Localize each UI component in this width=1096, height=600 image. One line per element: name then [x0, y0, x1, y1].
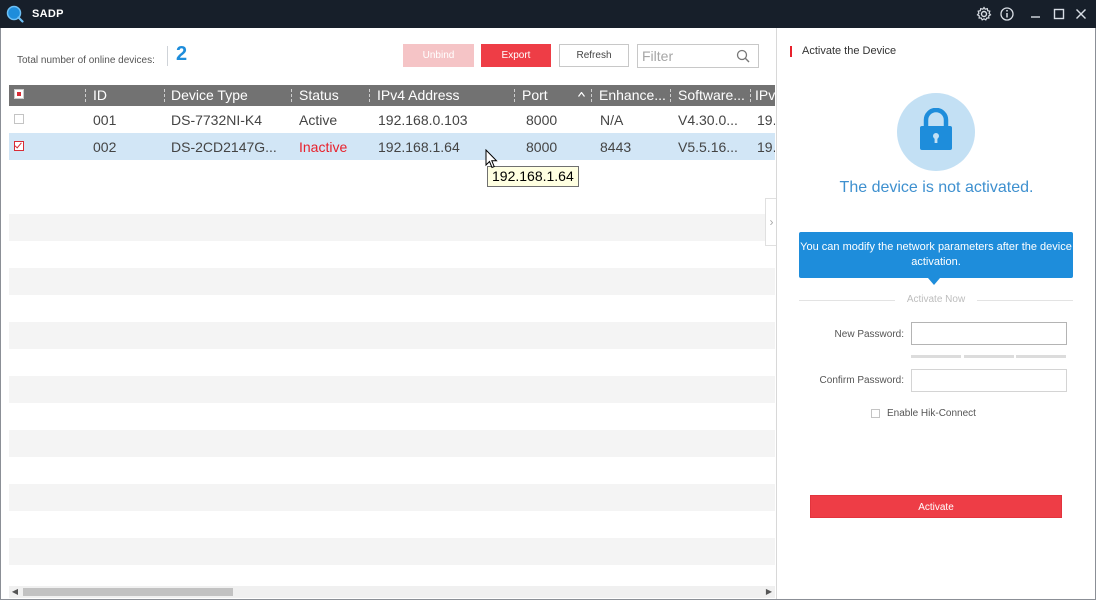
hik-connect-checkbox[interactable] [871, 409, 880, 418]
divider [799, 300, 895, 301]
column-header-status[interactable]: Status [299, 87, 339, 103]
empty-row [9, 538, 775, 565]
confirm-password-label: Confirm Password: [819, 375, 904, 386]
empty-row [9, 322, 775, 349]
column-header-software[interactable]: Software... [678, 87, 745, 103]
ip-tooltip: 192.168.1.64 [487, 166, 579, 187]
filter-input[interactable] [642, 47, 736, 65]
column-separator[interactable] [670, 89, 671, 102]
cell-enhanced: N/A [600, 112, 624, 128]
cell-port: 8000 [526, 112, 558, 128]
device-list-pane: Total number of online devices: 2 Unbind… [0, 28, 777, 600]
cell-software: V5.5.16... [678, 139, 738, 155]
cell-ipv4: 192.168.1.64 [378, 139, 460, 155]
activate-button[interactable]: Activate [810, 495, 1062, 518]
column-header-ipv4-address[interactable]: IPv4 Address [377, 87, 460, 103]
empty-row [9, 376, 775, 403]
password-strength-bar [1016, 355, 1066, 358]
maximize-icon[interactable] [1051, 6, 1067, 22]
empty-row [9, 214, 775, 241]
confirm-password-field[interactable] [911, 369, 1067, 392]
column-separator[interactable] [591, 89, 592, 102]
sort-ascending-icon [578, 92, 585, 97]
export-button[interactable]: Export [481, 44, 551, 67]
search-icon[interactable] [736, 49, 750, 63]
row-checkbox[interactable] [14, 114, 24, 124]
info-message: You can modify the network parameters af… [799, 232, 1073, 278]
cell-device-type: DS-2CD2147G... [171, 139, 277, 155]
cell-status: Active [299, 112, 338, 128]
info-pointer [928, 278, 940, 285]
cell-enhanced: 8443 [600, 139, 632, 155]
count-divider [167, 46, 168, 66]
column-header-ipv[interactable]: IPv [755, 87, 775, 103]
empty-row [9, 430, 775, 457]
column-header-enhanced[interactable]: Enhance... [599, 87, 666, 103]
device-table: ID Device Type Status IPv4 Address Port … [9, 85, 775, 585]
row-checkbox[interactable] [14, 141, 24, 151]
scrollbar-thumb[interactable] [23, 588, 233, 596]
cell-ipv4: 192.168.0.103 [378, 112, 468, 128]
empty-row [9, 160, 775, 187]
table-header: ID Device Type Status IPv4 Address Port … [9, 85, 775, 106]
online-devices-label: Total number of online devices: [17, 55, 155, 66]
divider [977, 300, 1073, 301]
empty-row [9, 268, 775, 295]
horizontal-scrollbar[interactable]: ◀ ▶ [9, 586, 775, 598]
panel-title: Activate the Device [790, 46, 896, 57]
column-separator[interactable] [164, 89, 165, 102]
column-header-id[interactable]: ID [93, 87, 107, 103]
cell-ipv: 19. [757, 139, 775, 155]
empty-row [9, 484, 775, 511]
cell-id: 001 [93, 112, 117, 128]
activation-status-text: The device is not activated. [839, 179, 1034, 196]
filter-box [637, 44, 759, 68]
settings-gear-icon[interactable] [976, 6, 992, 22]
table-row[interactable]: 001 DS-7732NI-K4 Active 192.168.0.103 80… [9, 106, 775, 133]
cell-port: 8000 [526, 139, 558, 155]
column-separator[interactable] [291, 89, 292, 102]
password-strength-bar [964, 355, 1014, 358]
column-separator[interactable] [750, 89, 751, 102]
info-icon[interactable] [999, 6, 1015, 22]
column-separator[interactable] [85, 89, 86, 102]
lock-icon [920, 108, 952, 150]
table-row[interactable]: 002 DS-2CD2147G... Inactive 192.168.1.64… [9, 133, 775, 160]
hik-connect-label[interactable]: Enable Hik-Connect [887, 408, 976, 419]
refresh-button[interactable]: Refresh [559, 44, 629, 67]
title-bar: SADP [0, 0, 1096, 28]
cell-software: V4.30.0... [678, 112, 738, 128]
minimize-icon[interactable] [1028, 6, 1044, 22]
column-header-port[interactable]: Port [522, 87, 548, 103]
sadp-logo-icon [6, 5, 24, 23]
close-icon[interactable] [1073, 6, 1089, 22]
activate-now-label: Activate Now [906, 294, 966, 305]
app-title: SADP [32, 8, 64, 20]
scroll-left-icon[interactable]: ◀ [9, 586, 21, 598]
select-all-checkbox[interactable] [14, 89, 24, 99]
new-password-field[interactable] [911, 322, 1067, 345]
column-separator[interactable] [369, 89, 370, 102]
cell-device-type: DS-7732NI-K4 [171, 112, 263, 128]
column-header-device-type[interactable]: Device Type [171, 87, 248, 103]
chevron-right-icon: › [769, 215, 774, 229]
password-strength-bar [911, 355, 961, 358]
cell-status: Inactive [299, 139, 348, 155]
column-separator[interactable] [514, 89, 515, 102]
online-devices-count: 2 [176, 43, 188, 65]
mouse-cursor-icon [485, 149, 498, 169]
cell-id: 002 [93, 139, 117, 155]
activation-panel: Activate the Device The device is not ac… [776, 28, 1095, 599]
scroll-right-icon[interactable]: ▶ [763, 586, 775, 598]
cell-ipv: 19. [757, 112, 775, 128]
new-password-label: New Password: [834, 329, 904, 340]
unbind-button[interactable]: Unbind [403, 44, 474, 67]
